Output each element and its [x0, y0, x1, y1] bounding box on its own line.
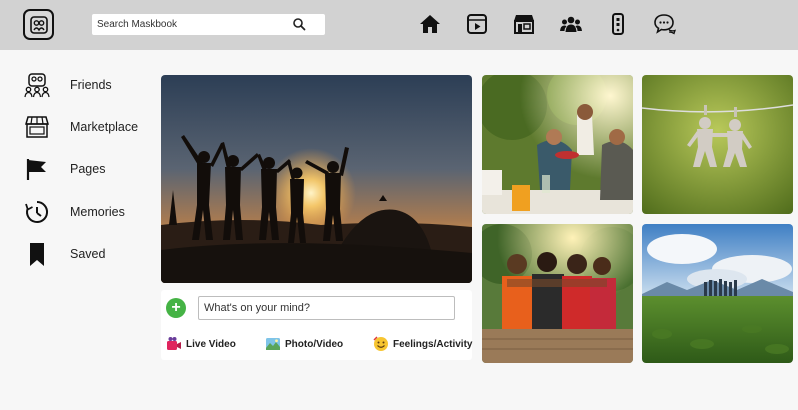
plus-icon: +	[171, 299, 181, 316]
sidebar-item-label: Pages	[70, 162, 106, 176]
nav-gaming[interactable]	[605, 11, 631, 37]
photo-tile-dinner-party[interactable]	[482, 75, 633, 214]
status-input[interactable]	[198, 296, 455, 320]
live-video-label: Live Video	[186, 338, 236, 350]
search-input[interactable]	[92, 14, 292, 35]
live-video-button[interactable]: Live Video	[166, 335, 236, 353]
nav-video[interactable]	[464, 11, 490, 37]
search-bar	[92, 14, 325, 35]
friends-icon	[24, 72, 50, 98]
photo-tile-field-group[interactable]	[642, 224, 793, 363]
home-icon	[420, 15, 440, 33]
groups-icon	[560, 16, 582, 32]
gaming-icon	[612, 13, 624, 35]
marketplace-icon	[514, 15, 534, 34]
photo-video-button[interactable]: Photo/Video	[265, 335, 343, 353]
post-composer: + Live Video Photo/Video	[161, 290, 472, 360]
messenger-icon	[654, 14, 677, 35]
top-navigation-bar	[0, 0, 798, 50]
nav-home[interactable]	[417, 11, 443, 37]
flag-icon	[24, 156, 50, 182]
photo-tile-paper-dolls[interactable]	[642, 75, 793, 214]
clock-icon	[24, 199, 50, 225]
sidebar-item-label: Friends	[70, 78, 112, 92]
photo-video-label: Photo/Video	[285, 338, 344, 350]
sidebar-item-label: Memories	[70, 205, 125, 219]
live-video-icon	[166, 336, 182, 352]
nav-groups[interactable]	[558, 11, 584, 37]
bookmark-icon	[24, 241, 50, 267]
sidebar-item-pages[interactable]: Pages	[24, 156, 154, 182]
photo-icon	[265, 336, 281, 352]
marketplace-icon	[24, 114, 50, 140]
video-icon	[467, 14, 487, 34]
sidebar-item-saved[interactable]: Saved	[24, 241, 154, 267]
emoji-icon	[373, 336, 389, 352]
nav-marketplace[interactable]	[511, 11, 537, 37]
sidebar-item-label: Marketplace	[70, 120, 139, 134]
feelings-activity-label: Feelings/Activity	[393, 338, 473, 350]
add-post-button[interactable]: +	[166, 298, 186, 318]
nav-messenger[interactable]	[652, 11, 678, 37]
search-icon[interactable]	[292, 17, 306, 31]
photo-tile-kids-hugging[interactable]	[482, 224, 633, 363]
app-logo[interactable]	[23, 9, 54, 40]
sidebar-item-label: Saved	[70, 247, 106, 261]
sidebar-item-marketplace[interactable]: Marketplace	[24, 114, 154, 140]
sidebar-item-friends[interactable]: Friends	[24, 72, 154, 98]
feelings-activity-button[interactable]: Feelings/Activity	[373, 335, 472, 353]
sidebar-item-memories[interactable]: Memories	[24, 199, 154, 225]
post-photo-sunset-friends[interactable]	[161, 75, 472, 283]
logo-icon	[29, 15, 48, 34]
